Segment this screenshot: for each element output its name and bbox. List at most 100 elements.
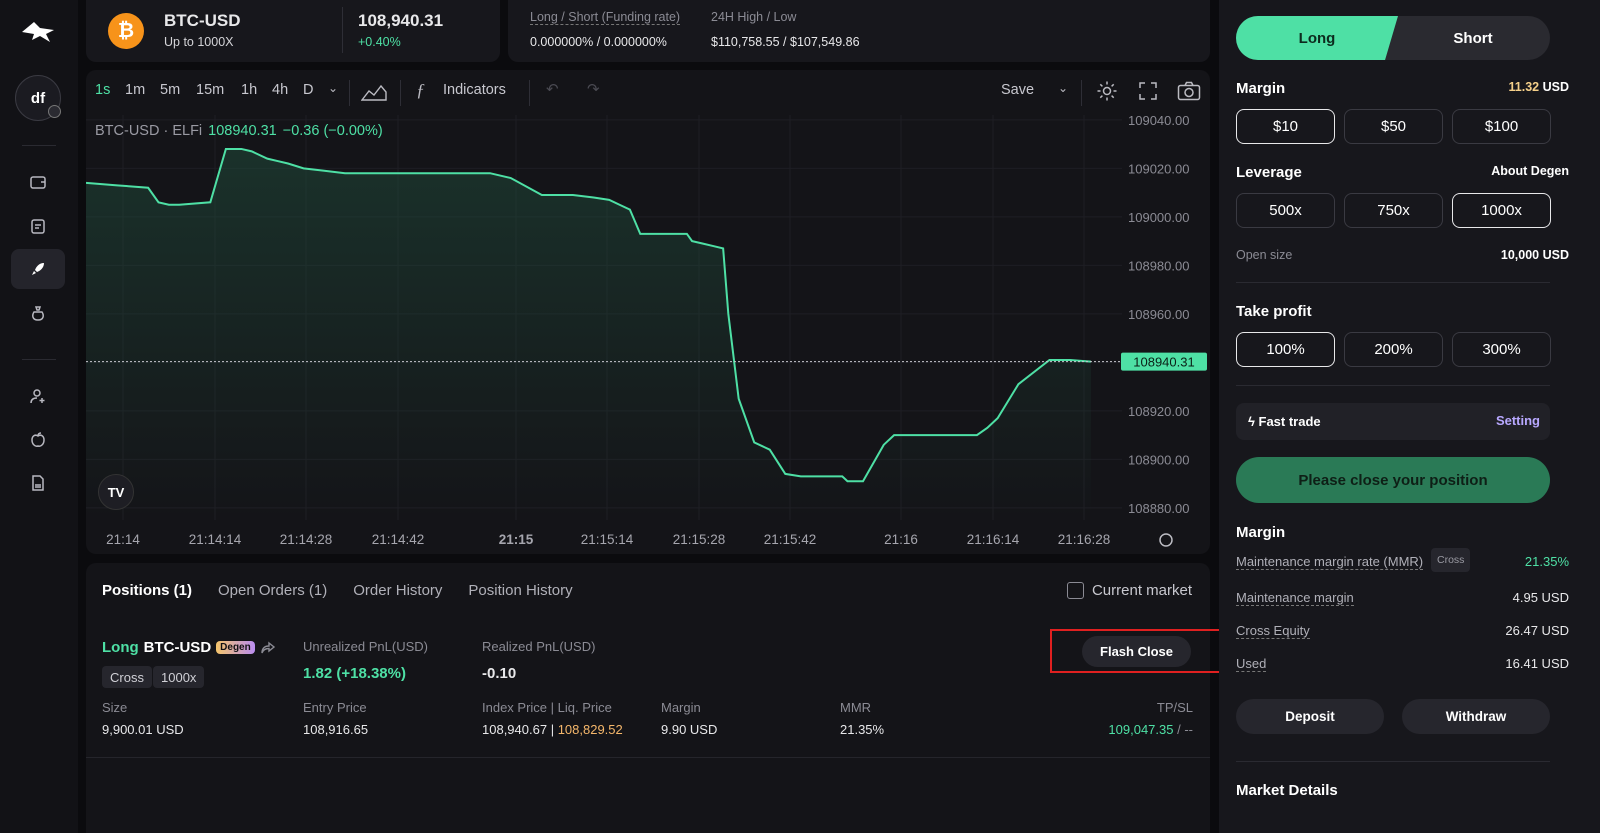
chart-legend-change: −0.36 (−0.00%) [282, 123, 383, 139]
position-title: Long BTC-USD Degen [102, 639, 276, 656]
wallet-icon [30, 176, 46, 189]
timeframe-5m[interactable]: 5m [160, 82, 180, 98]
sidebar-item-degen[interactable] [11, 249, 65, 289]
y-tick-label: 108900.00 [1128, 452, 1189, 467]
redo-icon[interactable]: ↷ [587, 80, 600, 98]
axis-settings-icon[interactable] [1159, 533, 1173, 547]
close-position-button[interactable]: Please close your position [1236, 457, 1550, 503]
open-size-value: 10,000 USD [1500, 248, 1569, 262]
current-market-toggle[interactable]: Current market [1066, 582, 1192, 599]
x-tick-label: 21:15 [499, 532, 534, 547]
ticker-divider [342, 7, 343, 53]
timeframe-chevron-icon[interactable]: ⌄ [328, 81, 338, 95]
leverage-option-1000x[interactable]: 1000x [1452, 193, 1551, 228]
indicators-fx-icon[interactable]: ƒ [416, 80, 425, 101]
open-size-label: Open size [1236, 248, 1293, 262]
bitcoin-icon: ₿ [108, 13, 144, 49]
timeframe-4h[interactable]: 4h [272, 82, 288, 98]
undo-icon[interactable]: ↶ [546, 80, 559, 98]
timeframe-d[interactable]: D [303, 82, 313, 98]
chart-type-icon[interactable] [361, 82, 387, 102]
mmr-rate-value: 21.35% [1524, 554, 1569, 569]
timeframe-15m[interactable]: 15m [196, 82, 224, 98]
mmr-value: 21.35% [840, 722, 885, 737]
toolbar-divider [349, 80, 350, 106]
avatar[interactable]: df [15, 75, 61, 121]
market-stats: Long / Short (Funding rate) 0.000000% / … [508, 0, 1210, 62]
take-profit-option-100[interactable]: 100% [1236, 332, 1335, 367]
leverage-option-750x[interactable]: 750x [1344, 193, 1443, 228]
tpsl-value[interactable]: 109,047.35 / -- [1108, 722, 1193, 737]
short-tab[interactable]: Short [1396, 16, 1550, 60]
fast-trade-setting-link[interactable]: Setting [1496, 413, 1540, 428]
rpnl-value: -0.10 [482, 665, 517, 682]
app-logo-icon[interactable] [20, 18, 56, 46]
take-profit-option-300[interactable]: 300% [1452, 332, 1551, 367]
chart-toolbar: 1s 1m 5m 15m 1h 4h D ⌄ ƒ Indicators ↶ ↷ … [86, 78, 1210, 106]
rocket-icon [32, 263, 44, 275]
maintenance-margin-label[interactable]: Maintenance margin [1236, 590, 1354, 606]
tab-position-history[interactable]: Position History [468, 582, 572, 599]
sidebar-item-earn[interactable] [11, 293, 65, 333]
save-chevron-icon[interactable]: ⌄ [1058, 81, 1068, 95]
sidebar-item-referral[interactable] [11, 376, 65, 416]
timeframe-1m[interactable]: 1m [125, 82, 145, 98]
sidebar-item-wallet[interactable] [11, 162, 65, 202]
last-price-label: 108940.31 [1133, 355, 1194, 370]
y-tick-label: 109000.00 [1128, 210, 1189, 225]
tab-open-orders[interactable]: Open Orders (1) [218, 582, 327, 599]
entry-price-value: 108,916.65 [303, 722, 369, 737]
ticker-pair[interactable]: BTC-USD [164, 11, 241, 31]
leverage-option-500x[interactable]: 500x [1236, 193, 1335, 228]
margin-balance-value: 11.32 [1508, 80, 1540, 94]
high-low-value: $110,758.55 / $107,549.86 [711, 35, 860, 49]
share-icon[interactable] [260, 641, 276, 655]
rpnl-label: Realized PnL(USD) [482, 639, 596, 654]
settings-gear-icon[interactable] [1096, 80, 1118, 102]
timeframe-1h[interactable]: 1h [241, 82, 257, 98]
sidebar-item-app[interactable] [11, 419, 65, 459]
ticker-max-leverage: Up to 1000X [164, 35, 234, 49]
cross-equity-label[interactable]: Cross Equity [1236, 623, 1310, 639]
tradingview-logo-icon[interactable]: TV [98, 474, 134, 510]
indicators-button[interactable]: Indicators [443, 82, 506, 98]
funding-rate-label[interactable]: Long / Short (Funding rate) [530, 10, 681, 25]
tab-order-history[interactable]: Order History [353, 582, 442, 599]
sidebar-item-orders[interactable] [11, 206, 65, 246]
deposit-button[interactable]: Deposit [1236, 699, 1384, 734]
apple-icon [31, 432, 45, 447]
timeframe-1s[interactable]: 1s [95, 82, 110, 98]
mmr-rate-label[interactable]: Maintenance margin rate (MMR) [1236, 554, 1424, 570]
margin-option-10[interactable]: $10 [1236, 109, 1335, 144]
doc-icon [32, 475, 44, 491]
maintenance-margin-value: 4.95 USD [1512, 590, 1569, 605]
flash-close-button[interactable]: Flash Close [1082, 636, 1191, 667]
ticker-bar: ₿ BTC-USD Up to 1000X 108,940.31 +0.40% … [86, 0, 569, 62]
position-pair[interactable]: BTC-USD [144, 639, 212, 656]
screenshot-camera-icon[interactable] [1177, 81, 1201, 101]
chart-panel: 109040.00 109020.00 109000.00 108980.00 1089… [86, 70, 1210, 554]
price-chart[interactable]: 109040.00 109020.00 109000.00 108980.00 1089… [86, 70, 1210, 554]
side-toggle: Long Short [1236, 16, 1550, 60]
fullscreen-icon[interactable] [1138, 81, 1158, 101]
x-tick-label: 21:16:28 [1058, 532, 1111, 547]
about-degen-link[interactable]: About Degen [1491, 164, 1569, 178]
market-details-heading[interactable]: Market Details [1236, 782, 1338, 799]
margin-option-100[interactable]: $100 [1452, 109, 1551, 144]
withdraw-button[interactable]: Withdraw [1402, 699, 1550, 734]
long-tab[interactable]: Long [1236, 16, 1398, 60]
size-label: Size [102, 700, 128, 715]
leverage-heading: Leverage [1236, 164, 1302, 181]
margin-option-50[interactable]: $50 [1344, 109, 1443, 144]
tab-positions[interactable]: Positions (1) [102, 582, 192, 599]
current-market-checkbox[interactable] [1066, 582, 1084, 599]
panel-divider [1236, 761, 1550, 762]
used-label[interactable]: Used [1236, 656, 1267, 672]
upnl-value: 1.82 (+18.38%) [303, 665, 406, 682]
y-tick-label: 109020.00 [1128, 161, 1189, 176]
x-tick-label: 21:14:42 [372, 532, 425, 547]
sidebar-item-docs[interactable] [11, 463, 65, 503]
save-button[interactable]: Save [1001, 82, 1034, 98]
take-profit-option-200[interactable]: 200% [1344, 332, 1443, 367]
leverage-tag: 1000x [153, 666, 205, 688]
